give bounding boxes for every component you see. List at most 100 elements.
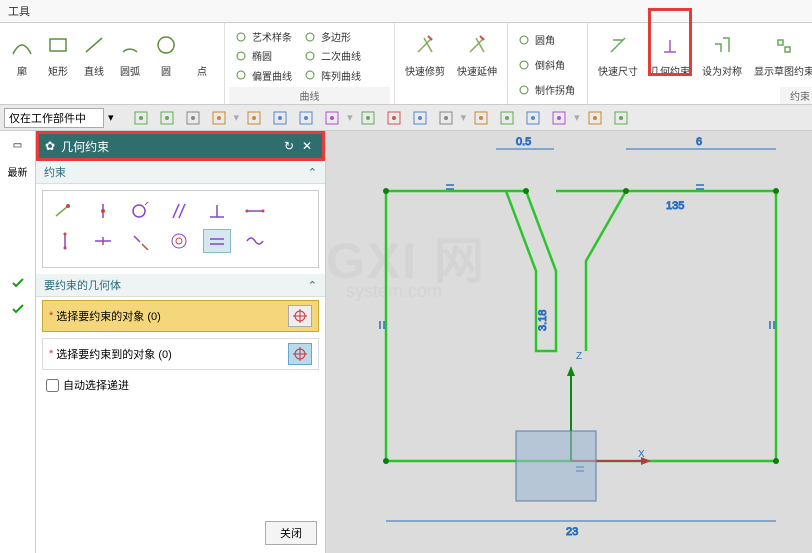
quickbar-btn-12[interactable] <box>470 108 492 128</box>
ribbon-btn-5[interactable]: 点 <box>184 25 220 104</box>
ribbon-btn-label: 廓 <box>17 63 27 78</box>
quickbar-btn-1[interactable] <box>156 108 178 128</box>
quickbar-btn-5[interactable] <box>269 108 291 128</box>
ribbon-item[interactable]: 制作拐角 <box>516 81 577 98</box>
chevron-up-icon: ⌃ <box>308 279 317 292</box>
quickbar-btn-13[interactable] <box>496 108 518 128</box>
ribbon-item-label: 制作拐角 <box>535 82 575 97</box>
select-object-row[interactable]: * 选择要约束的对象 (0) <box>42 300 319 332</box>
auto-progress-row[interactable]: 自动选择递进 <box>36 373 325 397</box>
constraint-midpoint[interactable] <box>89 229 117 253</box>
ribbon-btn-label: 直线 <box>84 63 104 78</box>
section-label: 约束 <box>44 164 66 180</box>
quickbar-btn-7[interactable] <box>321 108 343 128</box>
section-constraints[interactable]: 约束 ⌃ <box>36 161 325 184</box>
pick-target-button[interactable] <box>288 305 312 327</box>
dim-h: 3.18 <box>537 310 549 331</box>
ribbon-item-label: 倒斜角 <box>535 57 565 72</box>
ribbon-item[interactable]: 倒斜角 <box>516 56 577 73</box>
quickbar-btn-16[interactable] <box>584 108 606 128</box>
ribbon-btn-label: 快速延伸 <box>457 63 497 78</box>
quickbar-btn-3[interactable] <box>208 108 230 128</box>
ribbon-constraint-1[interactable]: 几何约束 <box>644 25 696 104</box>
constraint-horizontal[interactable] <box>241 199 269 223</box>
ribbon-item[interactable]: 偏置曲线 <box>233 67 294 84</box>
ribbon-item[interactable]: 多边形 <box>302 28 363 45</box>
ribbon-item[interactable]: 椭圆 <box>233 47 294 64</box>
constraint-concentric[interactable] <box>165 229 193 253</box>
ribbon-btn-2[interactable]: 直线 <box>76 25 112 104</box>
ribbon-group-constraints-label: 约束 <box>780 87 812 104</box>
quickbar-btn-4[interactable] <box>243 108 265 128</box>
dim-bottom: 23 <box>566 526 578 538</box>
auto-progress-checkbox[interactable] <box>46 379 59 392</box>
ribbon-item-label: 艺术样条 <box>252 29 292 44</box>
filter-combo[interactable]: 仅在工作部件中 <box>4 108 104 128</box>
panel-title: 几何约束 <box>61 138 109 155</box>
geometric-constraint-panel: ✿ 几何约束 ↻ ✕ 约束 ⌃ <box>36 131 326 553</box>
constraint-equal-length[interactable] <box>203 229 231 253</box>
close-icon[interactable]: ✕ <box>298 137 316 155</box>
section-label: 要约束的几何体 <box>44 277 121 293</box>
ribbon-btn-0[interactable]: 廓 <box>4 25 40 104</box>
quickbar-btn-17[interactable] <box>610 108 632 128</box>
dropdown-icon[interactable]: ▾ <box>108 111 114 124</box>
constraint-equal-radius[interactable] <box>241 229 269 253</box>
ribbon-item[interactable]: 二次曲线 <box>302 47 363 64</box>
ribbon: 廓 矩形 直线 圆弧 圆 点 艺术样条椭圆偏置曲线 多边形二次曲线阵列曲线 曲线… <box>0 23 812 105</box>
tab-icon[interactable]: ▭ <box>6 135 30 155</box>
constraint-coincident[interactable] <box>51 199 79 223</box>
ribbon-btn-label: 几何约束 <box>650 63 690 78</box>
quickbar-btn-14[interactable] <box>522 108 544 128</box>
ribbon-group-curves-label: 曲线 <box>229 87 390 104</box>
ribbon-constraint-0[interactable]: 快速尺寸 <box>592 25 644 104</box>
ribbon-item[interactable]: 阵列曲线 <box>302 67 363 84</box>
close-button[interactable]: 关闭 <box>265 521 317 545</box>
quickbar-btn-0[interactable] <box>130 108 152 128</box>
constraint-tangent[interactable] <box>127 199 155 223</box>
gear-icon[interactable]: ✿ <box>45 139 55 153</box>
ribbon-btn-1[interactable]: 矩形 <box>40 25 76 104</box>
ribbon-constraint-2[interactable]: 设为对称 <box>696 25 748 104</box>
required-star-icon: * <box>49 310 53 322</box>
required-star-icon: * <box>49 348 53 360</box>
shape-icon <box>190 29 214 61</box>
ribbon-btn-label: 快速尺寸 <box>598 63 638 78</box>
quickbar-btn-6[interactable] <box>295 108 317 128</box>
constraint-vertical[interactable] <box>51 229 79 253</box>
shape-icon <box>82 29 106 61</box>
shape-icon <box>46 29 70 61</box>
section-geometry[interactable]: 要约束的几何体 ⌃ <box>36 274 325 297</box>
constraint-parallel[interactable] <box>165 199 193 223</box>
quickbar-btn-10[interactable] <box>409 108 431 128</box>
constraint-perpendicular[interactable] <box>203 199 231 223</box>
ribbon-item-label: 二次曲线 <box>321 48 361 63</box>
ribbon-trim-0[interactable]: 快速修剪 <box>399 25 451 104</box>
ribbon-item[interactable]: 圆角 <box>516 31 577 48</box>
quickbar-btn-8[interactable] <box>357 108 379 128</box>
quickbar-btn-11[interactable] <box>435 108 457 128</box>
select-target-row[interactable]: * 选择要约束到的对象 (0) <box>42 338 319 370</box>
ribbon-btn-label: 矩形 <box>48 63 68 78</box>
ribbon-btn-3[interactable]: 圆弧 <box>112 25 148 104</box>
recent-label[interactable]: 最新 <box>6 161 30 181</box>
constraint-collinear[interactable] <box>127 229 155 253</box>
ribbon-trim-1[interactable]: 快速延伸 <box>451 25 503 104</box>
quickbar-btn-15[interactable] <box>548 108 570 128</box>
ribbon-btn-4[interactable]: 圆 <box>148 25 184 104</box>
ribbon-item-label: 偏置曲线 <box>252 68 292 83</box>
constraint-icon <box>772 29 796 61</box>
shape-icon <box>118 29 142 61</box>
ribbon-item[interactable]: 艺术样条 <box>233 28 294 45</box>
sketch-canvas[interactable]: GXI 网 system.com 0.5 6 23 3.18 135 <box>326 131 812 553</box>
constraint-point-on-curve[interactable] <box>89 199 117 223</box>
dim-top2: 6 <box>696 136 702 148</box>
reset-icon[interactable]: ↻ <box>280 137 298 155</box>
check-icon <box>6 273 30 293</box>
shape-icon <box>154 29 178 61</box>
panel-header: ✿ 几何约束 ↻ ✕ <box>36 131 325 161</box>
pick-target-button[interactable] <box>288 343 312 365</box>
constraint-type-grid <box>42 190 319 268</box>
quickbar-btn-9[interactable] <box>383 108 405 128</box>
quickbar-btn-2[interactable] <box>182 108 204 128</box>
